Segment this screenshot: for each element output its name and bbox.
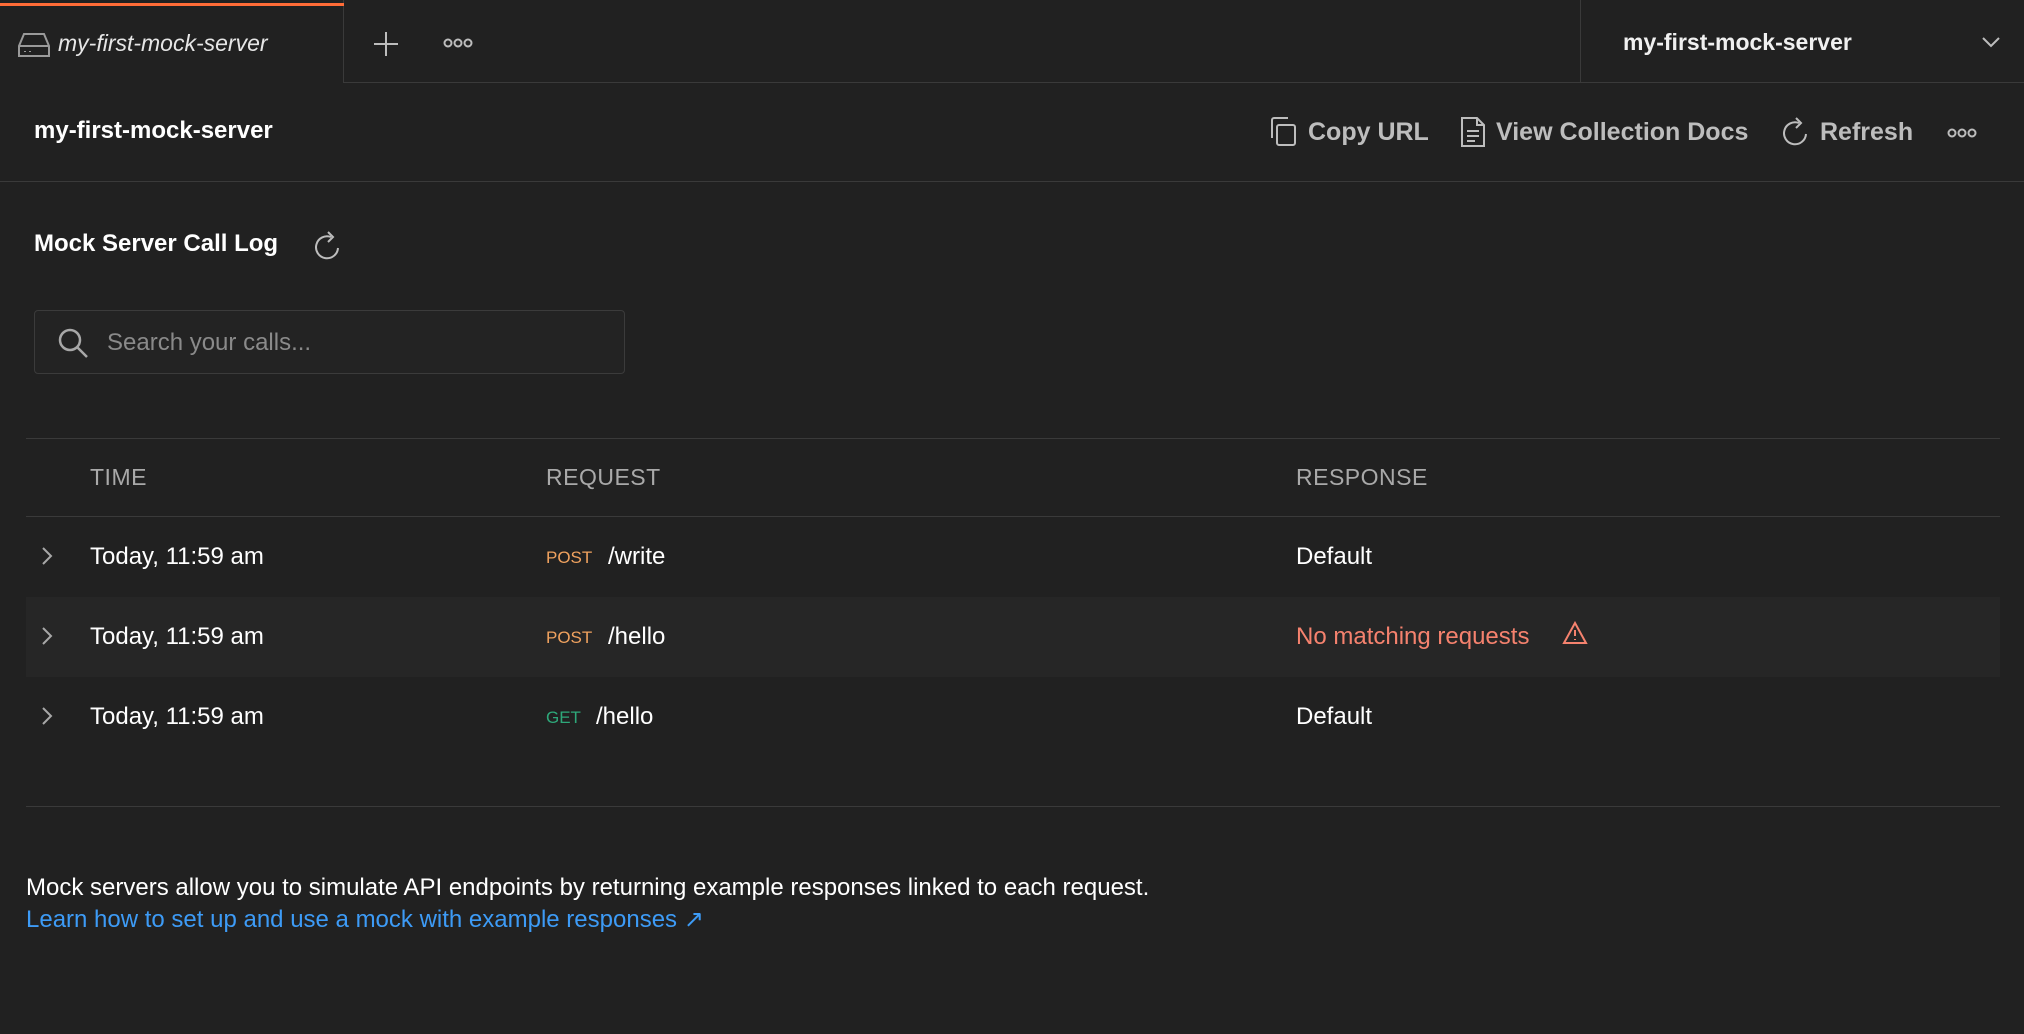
- warning-icon: [1562, 621, 1588, 645]
- call-log-table: TIME REQUEST RESPONSE Today, 11:59 am PO…: [26, 438, 2000, 808]
- chevron-down-icon: [1981, 36, 2001, 48]
- response-name: Default: [1296, 703, 1373, 730]
- table-row[interactable]: Today, 11:59 am POST /write Default: [26, 517, 2000, 597]
- response-warning-text: No matching requests: [1296, 623, 1530, 650]
- view-docs-label: View Collection Docs: [1496, 117, 1749, 146]
- more-icon[interactable]: [443, 37, 473, 49]
- tab-mock-server[interactable]: my-first-mock-server: [0, 0, 344, 83]
- table-top-divider: [26, 438, 2000, 439]
- reload-log-icon[interactable]: [313, 230, 343, 262]
- active-tab-indicator: [0, 3, 344, 6]
- page-title: my-first-mock-server: [34, 117, 273, 144]
- more-options-icon[interactable]: [1947, 127, 1977, 139]
- copy-url-button[interactable]: Copy URL: [1268, 113, 1429, 151]
- copy-url-label: Copy URL: [1308, 117, 1429, 146]
- chevron-right-icon[interactable]: [40, 545, 54, 567]
- environment-selector[interactable]: my-first-mock-server: [1580, 0, 2024, 83]
- search-box: [34, 310, 625, 375]
- refresh-icon: [1782, 117, 1810, 147]
- tab-title: my-first-mock-server: [58, 30, 268, 56]
- row-time: Today, 11:59 am: [90, 543, 264, 570]
- document-icon: [1460, 116, 1486, 148]
- request-path: /write: [608, 543, 666, 570]
- row-time: Today, 11:59 am: [90, 623, 264, 650]
- refresh-label: Refresh: [1820, 117, 1914, 146]
- table-row[interactable]: Today, 11:59 am GET /hello Default: [26, 677, 2000, 757]
- row-time: Today, 11:59 am: [90, 703, 264, 730]
- mock-server-icon: [18, 32, 50, 58]
- response-name: Default: [1296, 543, 1373, 570]
- column-header-time: TIME: [90, 464, 147, 490]
- chevron-right-icon[interactable]: [40, 705, 54, 727]
- learn-more-link[interactable]: Learn how to set up and use a mock with …: [26, 905, 704, 934]
- request-path: /hello: [608, 623, 666, 650]
- plus-icon[interactable]: [372, 30, 400, 58]
- tab-bar: my-first-mock-server my-first-mock-serve…: [0, 0, 2024, 83]
- method-badge: GET: [546, 708, 581, 727]
- environment-label: my-first-mock-server: [1623, 29, 1852, 55]
- search-input[interactable]: [105, 311, 609, 375]
- method-badge: POST: [546, 628, 593, 647]
- search-icon: [57, 327, 89, 359]
- copy-icon: [1268, 116, 1298, 148]
- view-collection-docs-button[interactable]: View Collection Docs: [1460, 113, 1748, 151]
- chevron-right-icon[interactable]: [40, 625, 54, 647]
- mock-server-header: my-first-mock-server Copy URL View Colle…: [0, 83, 2024, 182]
- mock-server-description: Mock servers allow you to simulate API e…: [26, 874, 1150, 901]
- request-path: /hello: [596, 703, 654, 730]
- table-bottom-divider: [26, 806, 2000, 807]
- refresh-button[interactable]: Refresh: [1782, 113, 1913, 151]
- column-header-response: RESPONSE: [1296, 464, 1428, 490]
- method-badge: POST: [546, 548, 593, 567]
- call-log-title: Mock Server Call Log: [34, 230, 279, 257]
- table-row[interactable]: Today, 11:59 am POST /hello No matching …: [26, 597, 2000, 677]
- column-header-request: REQUEST: [546, 464, 661, 490]
